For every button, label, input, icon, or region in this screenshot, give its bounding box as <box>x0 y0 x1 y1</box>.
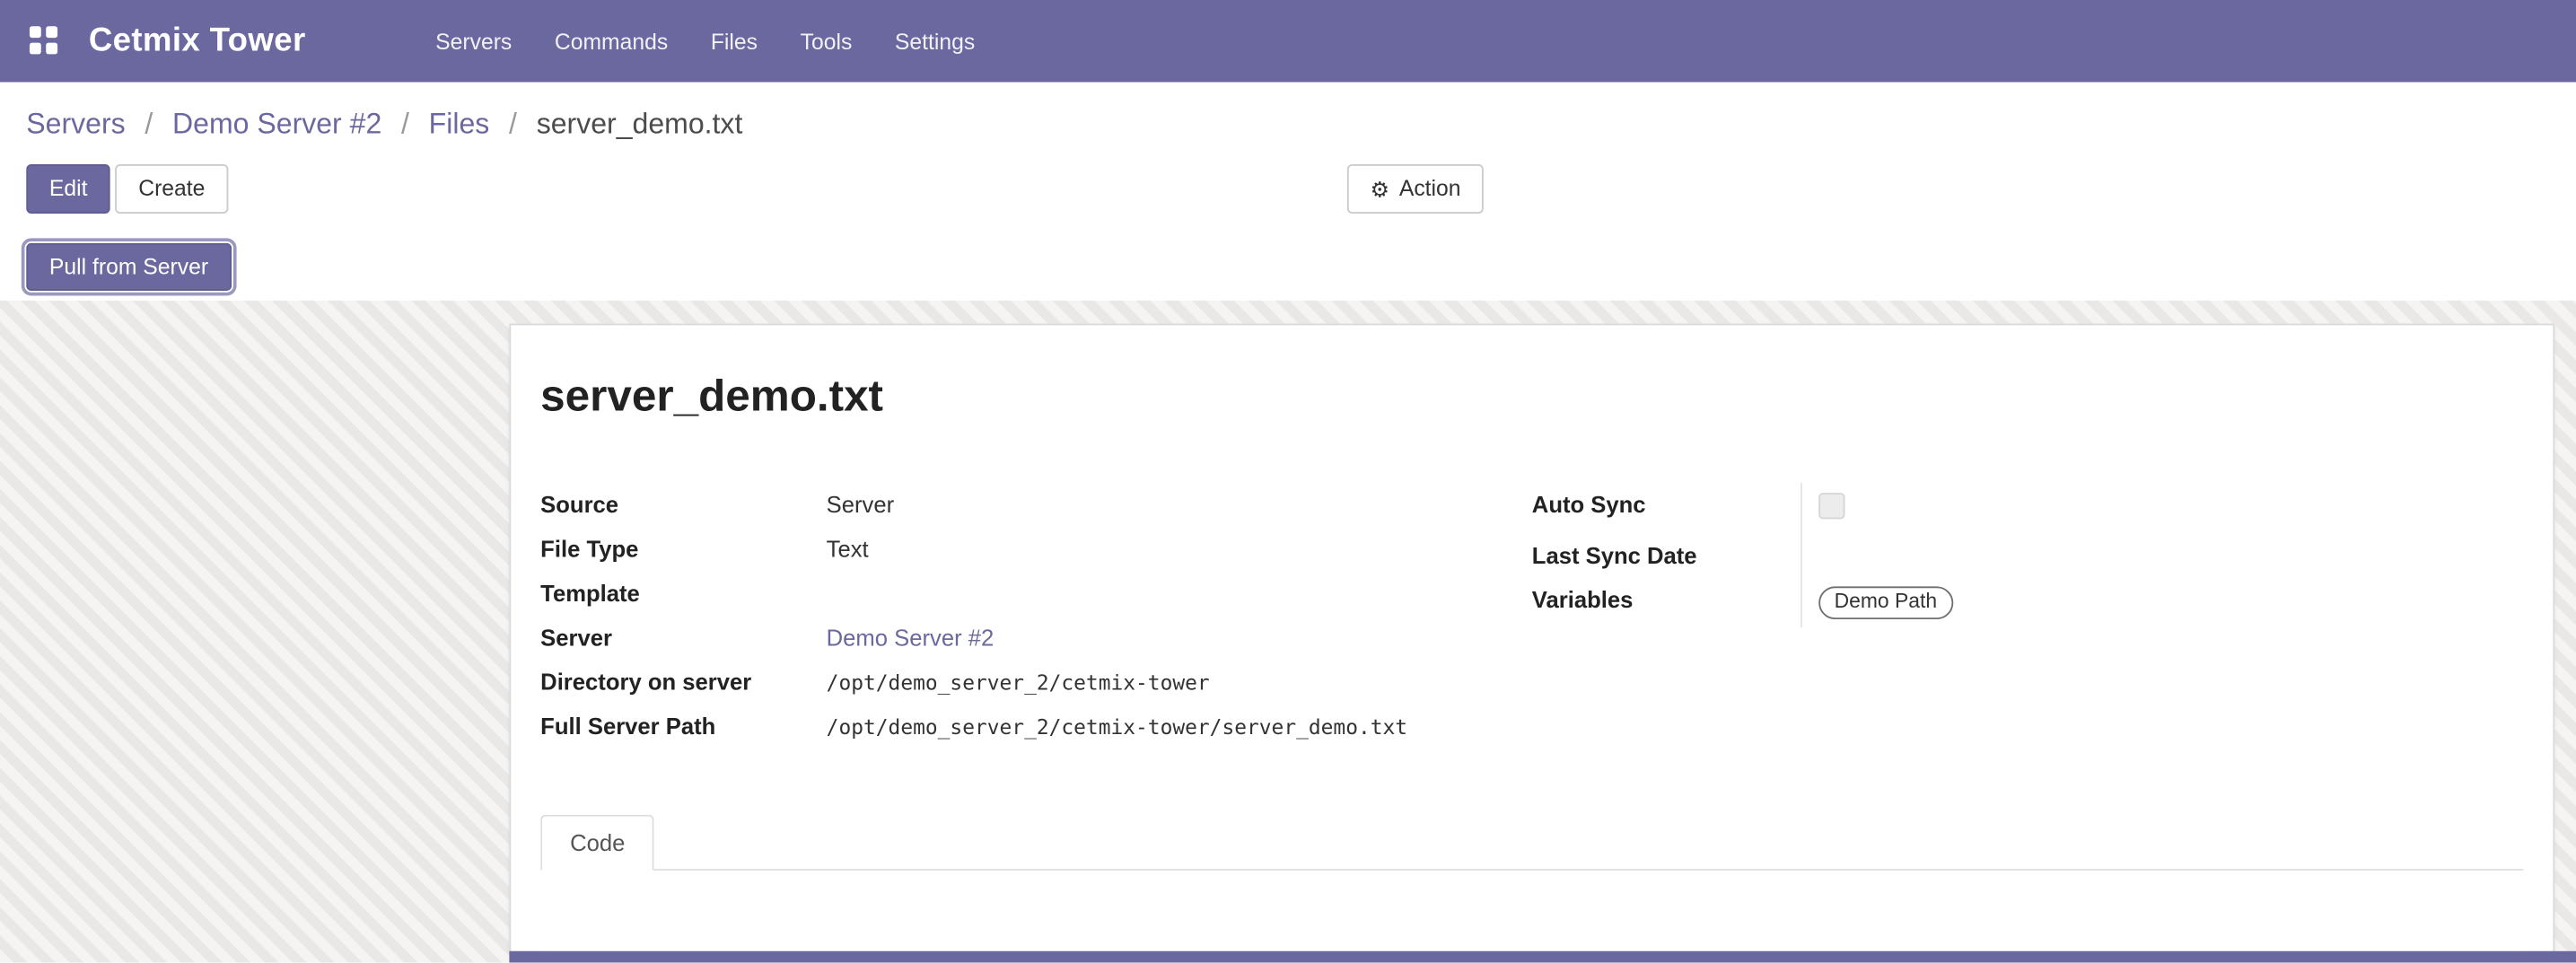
nav-item-servers[interactable]: Servers <box>414 0 533 83</box>
top-navbar: Cetmix Tower Servers Commands Files Tool… <box>0 0 2576 83</box>
form-sheet: server_demo.txt Source Server File Type … <box>509 324 2554 953</box>
page-title: server_demo.txt <box>540 368 2523 424</box>
object-buttons-row: Pull from Server <box>26 243 2549 291</box>
nav-item-settings[interactable]: Settings <box>873 0 996 83</box>
field-row-full-path: Full Server Path /opt/demo_server_2/cetm… <box>540 705 1532 749</box>
breadcrumb-link-demo-server-2[interactable]: Demo Server #2 <box>172 107 381 140</box>
field-label-auto-sync: Auto Sync <box>1532 483 1800 527</box>
control-panel: Servers / Demo Server #2 / Files / serve… <box>0 83 2576 301</box>
field-row-variables: Variables Demo Path <box>1532 578 2524 627</box>
field-value-full-path: /opt/demo_server_2/cetmix-tower/server_d… <box>827 705 1532 749</box>
brand-title[interactable]: Cetmix Tower <box>89 22 306 60</box>
breadcrumb-separator: / <box>509 107 517 140</box>
action-button-label: Action <box>1399 174 1461 204</box>
field-value-auto-sync <box>1800 483 2523 534</box>
form-column-right: Auto Sync Last Sync Date Variables Demo … <box>1532 483 2524 749</box>
breadcrumb: Servers / Demo Server #2 / Files / serve… <box>0 83 2576 142</box>
field-value-directory: /opt/demo_server_2/cetmix-tower <box>827 661 1532 705</box>
field-label-directory: Directory on server <box>540 661 826 705</box>
field-row-auto-sync: Auto Sync <box>1532 483 2524 534</box>
field-row-template: Template <box>540 572 1532 616</box>
field-label-source: Source <box>540 483 826 527</box>
field-label-template: Template <box>540 572 826 616</box>
field-value-template <box>827 572 1532 588</box>
field-label-file-type: File Type <box>540 528 826 572</box>
form-fields: Source Server File Type Text Template Se… <box>540 483 2523 749</box>
field-value-source: Server <box>827 483 1532 527</box>
action-button[interactable]: ⚙ Action <box>1347 164 1484 214</box>
apps-grid-icon <box>30 26 41 38</box>
main-menu: Servers Commands Files Tools Settings <box>414 0 996 83</box>
code-tab-content <box>540 871 2523 953</box>
auto-sync-checkbox[interactable] <box>1818 493 1844 519</box>
field-label-variables: Variables <box>1532 578 1800 622</box>
field-row-last-sync-date: Last Sync Date <box>1532 534 2524 578</box>
field-value-server: Demo Server #2 <box>827 616 1532 660</box>
apps-menu-button[interactable] <box>26 23 62 59</box>
breadcrumb-link-files[interactable]: Files <box>429 107 490 140</box>
tab-code[interactable]: Code <box>540 815 654 871</box>
server-link[interactable]: Demo Server #2 <box>827 625 994 651</box>
control-panel-buttons: Edit Create ⚙ Action <box>26 164 2549 215</box>
field-row-file-type: File Type Text <box>540 528 1532 572</box>
pull-from-server-button[interactable]: Pull from Server <box>26 243 231 291</box>
field-label-server: Server <box>540 616 826 660</box>
field-value-variables: Demo Path <box>1800 578 2523 627</box>
breadcrumb-current: server_demo.txt <box>537 107 743 140</box>
field-row-directory: Directory on server /opt/demo_server_2/c… <box>540 661 1532 705</box>
breadcrumb-separator: / <box>401 107 409 140</box>
field-label-full-path: Full Server Path <box>540 705 826 749</box>
field-value-file-type: Text <box>827 528 1532 572</box>
form-column-left: Source Server File Type Text Template Se… <box>540 483 1532 749</box>
nav-item-tools[interactable]: Tools <box>779 0 873 83</box>
field-row-server: Server Demo Server #2 <box>540 616 1532 660</box>
variable-tag-demo-path: Demo Path <box>1818 586 1953 619</box>
field-row-source: Source Server <box>540 483 1532 527</box>
edit-button[interactable]: Edit <box>26 164 110 214</box>
field-label-last-sync-date: Last Sync Date <box>1532 534 1800 578</box>
screen: Cetmix Tower Servers Commands Files Tool… <box>0 0 2576 963</box>
notebook-tabs: Code <box>540 815 2523 871</box>
breadcrumb-separator: / <box>145 107 153 140</box>
field-value-last-sync-date <box>1800 534 2523 578</box>
notebook: Code <box>540 815 2523 953</box>
code-editor-top-bar <box>509 951 2576 963</box>
form-view-background: server_demo.txt Source Server File Type … <box>0 301 2576 963</box>
nav-item-commands[interactable]: Commands <box>533 0 689 83</box>
breadcrumb-link-servers[interactable]: Servers <box>26 107 125 140</box>
nav-item-files[interactable]: Files <box>689 0 779 83</box>
create-button[interactable]: Create <box>116 164 228 214</box>
gear-icon: ⚙ <box>1371 179 1389 200</box>
